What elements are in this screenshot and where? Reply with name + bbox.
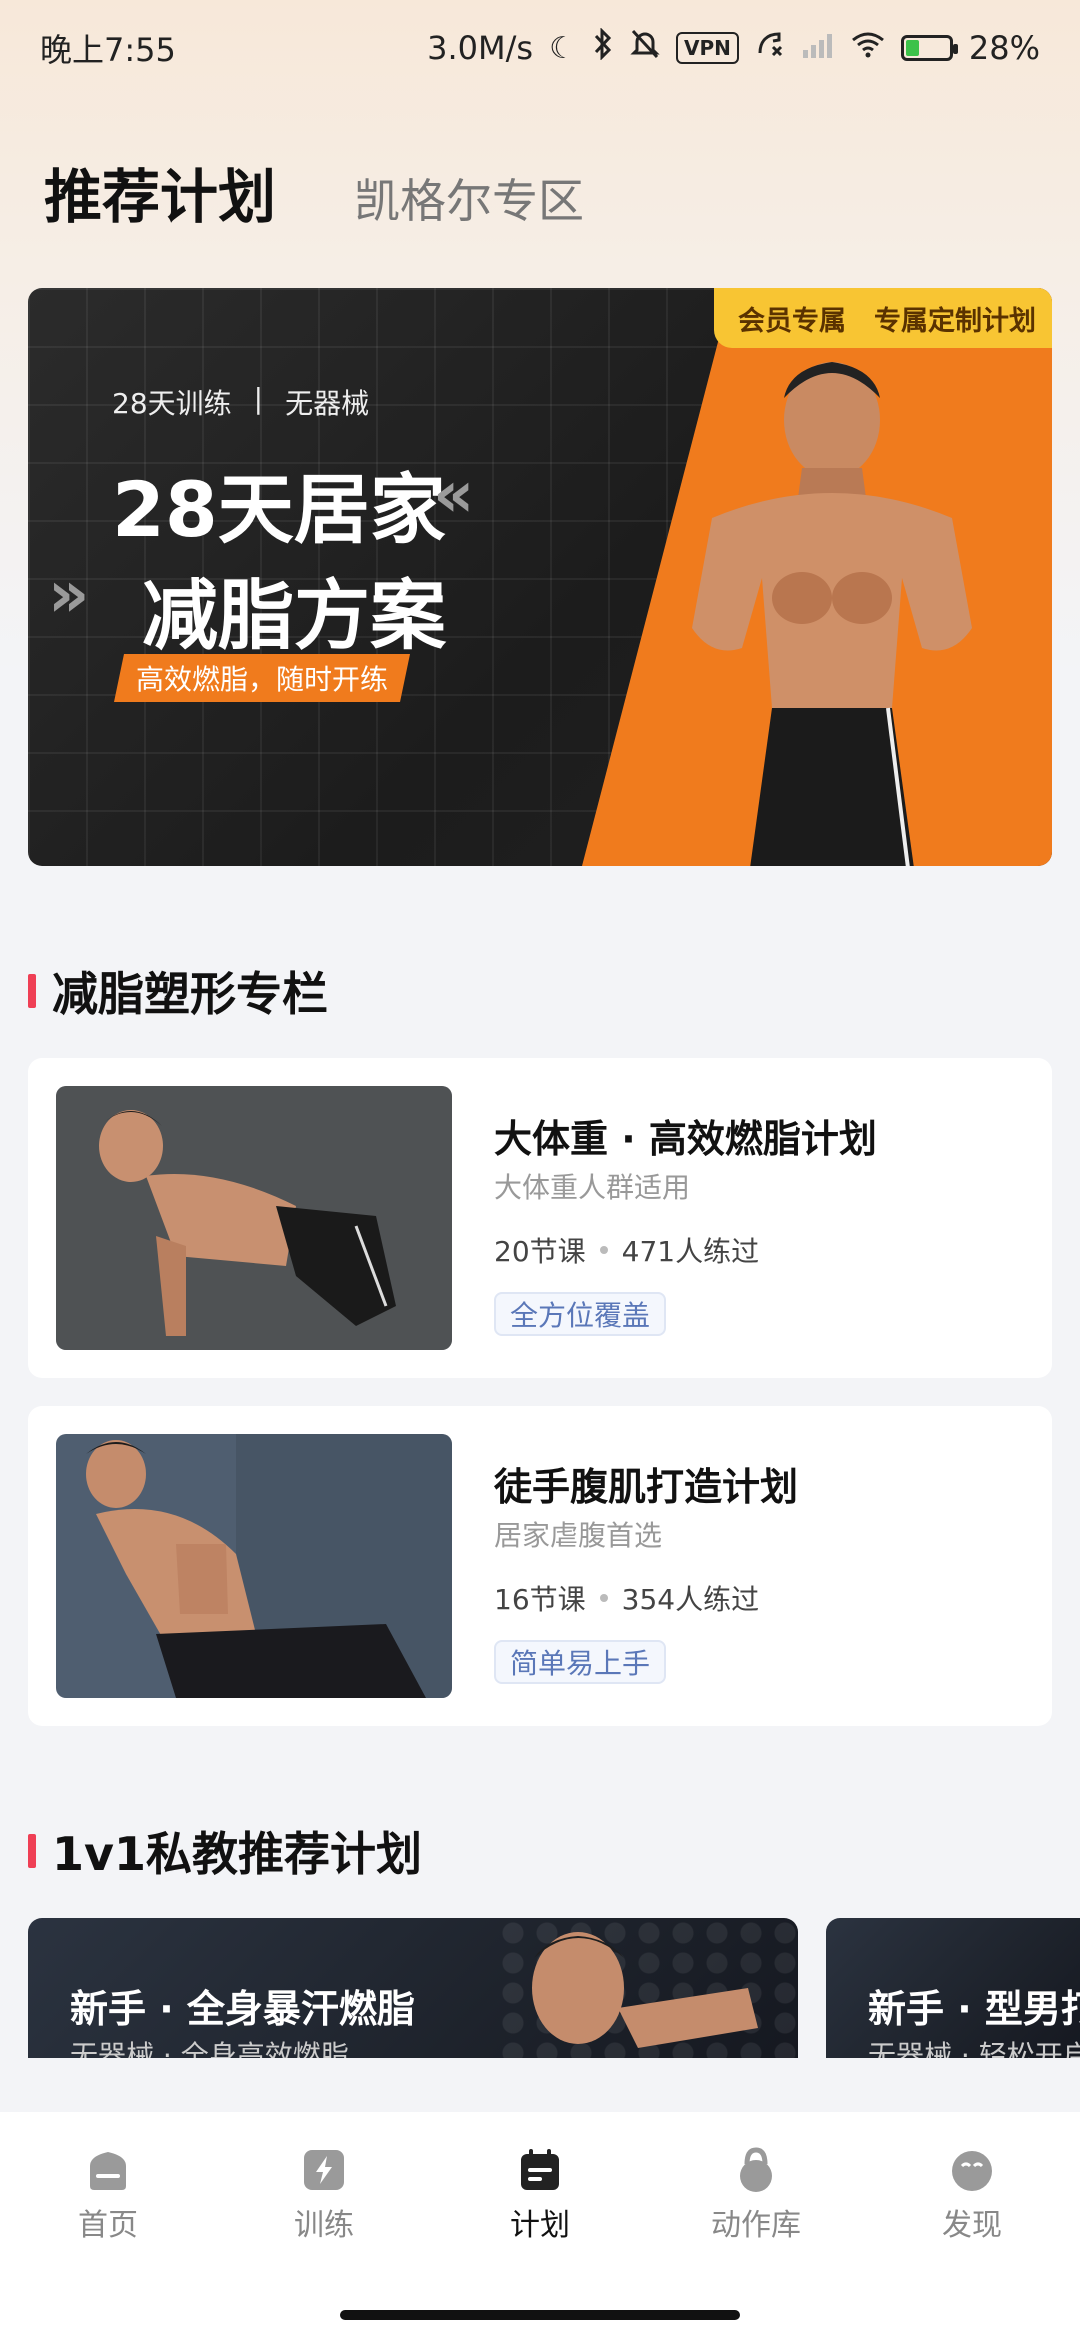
section-coach-title: 1v1私教推荐计划 [52, 1827, 422, 1881]
nav-label: 动作库 [711, 2208, 801, 2243]
bluetooth-icon [592, 27, 614, 68]
plan-card-big-weight[interactable]: 大体重 · 高效燃脂计划 大体重人群适用 20节课 471人练过 全方位覆盖 [28, 1058, 1052, 1378]
athlete-illustration [692, 362, 972, 866]
plan-subtitle: 居家虐腹首选 [494, 1519, 663, 1552]
banner-days: 28天训练 [112, 387, 232, 420]
section-coach-header: 1v1私教推荐计划 [28, 1818, 422, 1884]
plan-stats: 16节课 354人练过 [494, 1578, 759, 1618]
home-icon [90, 2152, 126, 2190]
badge-custom-plan: 专属定制计划 [874, 305, 1036, 337]
coach-plan-card[interactable]: 新手 · 型男打 无器械 · 轻松开启 [826, 1918, 1080, 2058]
plan-thumbnail [56, 1434, 452, 1698]
bottom-navigation: 首页 训练 计划 动作库 发现 [0, 2112, 1080, 2340]
banner-equipment: 无器械 [285, 387, 370, 420]
plan-tag: 全方位覆盖 [494, 1292, 667, 1336]
coach-plan-subtitle: 无器械 · 全身高效燃脂 [70, 2039, 349, 2058]
plan-tag: 简单易上手 [494, 1640, 667, 1684]
chevron-left-double-icon: « [433, 458, 475, 532]
status-time: 晚上7:55 [40, 31, 176, 69]
signal-icon [801, 31, 835, 66]
home-indicator[interactable] [340, 2310, 740, 2320]
plan-subtitle: 大体重人群适用 [494, 1171, 691, 1204]
vpn-icon: VPN [676, 32, 739, 64]
call-muted-icon [755, 29, 785, 67]
plan-trained-count: 354人练过 [621, 1583, 760, 1616]
section-fatloss-header: 减脂塑形专栏 [28, 958, 328, 1024]
coach-plan-subtitle: 无器械 · 轻松开启 [868, 2039, 1080, 2058]
plan-title: 大体重 · 高效燃脂计划 [494, 1117, 877, 1161]
plan-lessons: 16节课 [494, 1583, 586, 1616]
separator-dot [599, 1246, 608, 1254]
banner-separator: | [253, 382, 264, 415]
mute-bell-icon [630, 28, 660, 68]
wifi-icon [851, 30, 885, 66]
chevron-right-double-icon: » [48, 558, 90, 632]
banner-title-line1: 28天居家 [112, 465, 446, 554]
banner-tagline: 高效燃脂，随时开练 [114, 654, 410, 702]
lightning-icon [304, 2150, 344, 2190]
tab-recommended-plans[interactable]: 推荐计划 [44, 150, 276, 234]
nav-label: 计划 [510, 2208, 570, 2243]
section-fatloss-title: 减脂塑形专栏 [52, 967, 328, 1021]
moon-icon: ☾ [549, 30, 576, 66]
featured-plan-banner[interactable]: 会员专属 专属定制计划 28天训练 | 无器械 28天居家 « » 减脂方案 高… [28, 288, 1052, 866]
section-accent-bar [28, 1834, 36, 1868]
section-accent-bar [28, 974, 36, 1008]
plan-stats: 20节课 471人练过 [494, 1230, 759, 1270]
kettlebell-icon [740, 2147, 772, 2192]
coach-plan-title: 新手 · 全身暴汗燃脂 [70, 1987, 415, 2031]
coach-plan-card[interactable]: 新手 · 全身暴汗燃脂 无器械 · 全身高效燃脂 [28, 1918, 798, 2058]
badge-member-only: 会员专属 [738, 305, 846, 337]
plan-lessons: 20节课 [494, 1235, 586, 1268]
nav-label: 首页 [78, 2208, 138, 2243]
coach-plan-title: 新手 · 型男打 [868, 1987, 1080, 2031]
nav-label: 发现 [942, 2208, 1002, 2243]
battery-percent: 28% [968, 29, 1040, 67]
banner-meta: 28天训练 | 无器械 [112, 382, 369, 422]
network-speed: 3.0M/s [427, 29, 534, 67]
plan-tabs: 推荐计划 凯格尔专区 [44, 150, 584, 234]
nav-label: 训练 [294, 2208, 354, 2243]
battery-icon [900, 35, 958, 61]
status-icons: 3.0M/s ☾ VPN 28% [427, 27, 1040, 68]
nav-discover[interactable]: 发现 [892, 2146, 1052, 2340]
calendar-icon [521, 2149, 559, 2190]
coach-athlete-image [532, 1932, 758, 2048]
plan-thumbnail [56, 1086, 452, 1350]
banner-title-line2: 减脂方案 [142, 571, 446, 660]
battery-fill [905, 40, 919, 56]
separator-dot [599, 1594, 608, 1602]
nav-home[interactable]: 首页 [28, 2146, 188, 2340]
member-badge: 会员专属 专属定制计划 [714, 288, 1052, 348]
plan-title: 徒手腹肌打造计划 [494, 1465, 799, 1509]
discover-icon [952, 2151, 992, 2191]
status-bar: 晚上7:55 3.0M/s ☾ VPN 28% [0, 0, 1080, 96]
plan-trained-count: 471人练过 [621, 1235, 760, 1268]
plan-card-abs[interactable]: 徒手腹肌打造计划 居家虐腹首选 16节课 354人练过 简单易上手 [28, 1406, 1052, 1726]
tab-kegel-zone[interactable]: 凯格尔专区 [354, 165, 584, 231]
